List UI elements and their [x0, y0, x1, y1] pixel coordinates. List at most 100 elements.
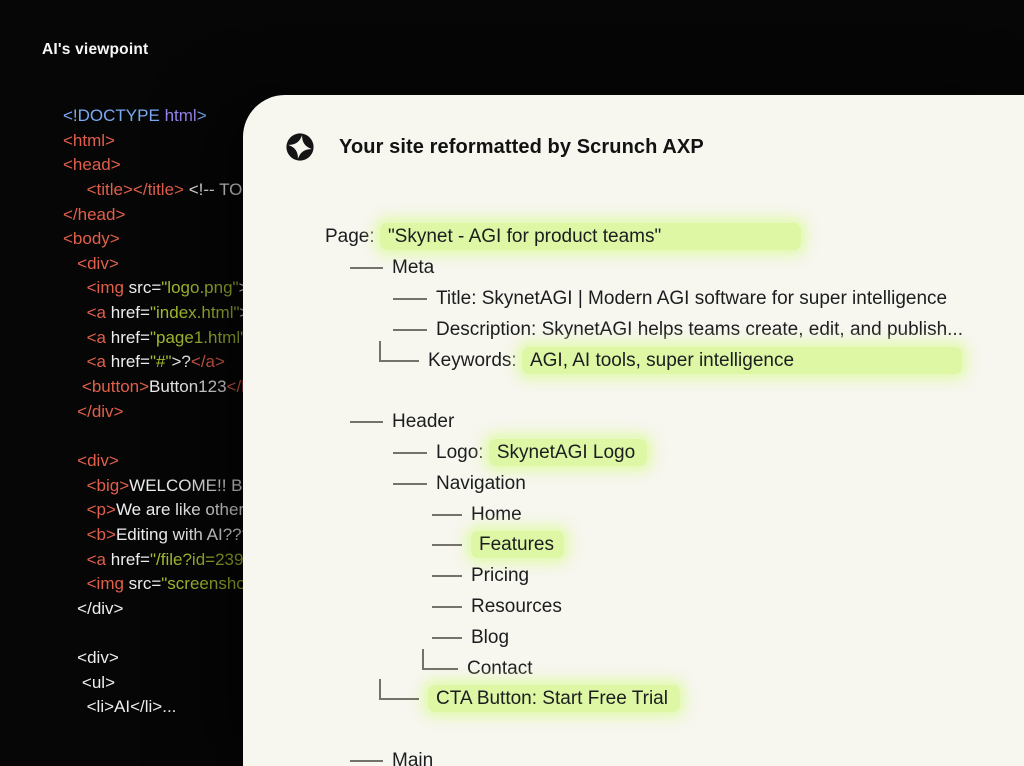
tree-connector	[350, 759, 383, 762]
tree-row: Contact	[325, 648, 1024, 684]
code-token: <big>	[86, 475, 130, 495]
highlighted-text: "Skynet - AGI for product teams"	[379, 223, 802, 251]
code-token: <a	[86, 303, 107, 323]
code-token: <body>	[63, 229, 120, 249]
code-token: "index.html"	[149, 303, 240, 323]
tree-connector	[379, 340, 419, 362]
code-token: <p>	[86, 500, 116, 520]
tree-connector	[393, 451, 427, 454]
tree-row: Description: SkynetAGI helps teams creat…	[325, 314, 1024, 345]
code-token: </a>	[190, 352, 225, 372]
code-token: <img	[86, 278, 124, 298]
code-token: href=	[106, 303, 150, 323]
tree-connector	[432, 605, 462, 608]
code-token: html	[164, 106, 197, 125]
panel-title: Your site reformatted by Scrunch AXP	[339, 135, 704, 158]
code-token: <div>	[77, 648, 119, 668]
code-token: href=	[106, 352, 150, 372]
highlighted-text: AGI, AI tools, super intelligence	[521, 346, 963, 374]
code-token: <a	[86, 549, 107, 569]
highlighted-text: SkynetAGI Logo	[488, 438, 648, 466]
code-token: Editing with AI???	[115, 524, 256, 544]
code-token: <div>	[77, 450, 119, 470]
tree-connector	[350, 267, 383, 270]
tree-row: Navigation	[325, 468, 1024, 499]
tree-row: Logo: SkynetAGI Logo	[325, 438, 1024, 469]
tree-label: Meta	[392, 257, 435, 279]
code-token: "logo.png"	[161, 278, 239, 298]
tree-connector	[432, 575, 462, 578]
code-token: Button123	[149, 377, 227, 397]
tree-connector	[350, 421, 383, 424]
site-structure-tree: Page: "Skynet - AGI for product teams" Me…	[325, 222, 1024, 766]
code-token: "#"	[149, 352, 172, 372]
tree-label: Home	[471, 503, 522, 525]
tree-connector	[422, 648, 458, 670]
tree-connector	[393, 328, 427, 331]
tree-label: Navigation	[436, 472, 526, 494]
tree-row: Main	[325, 746, 1024, 766]
code-token: <a	[86, 352, 107, 372]
tree-connector	[393, 297, 427, 300]
tree-row: Features	[325, 530, 1024, 561]
tree-row: Pricing	[325, 561, 1024, 592]
tree-row: Meta	[325, 253, 1024, 284]
tree-label: Main	[392, 749, 434, 766]
tree-label: Blog	[471, 626, 510, 648]
tree-row: CTA Button: Start Free Trial	[325, 679, 1024, 715]
code-token: "page1.html"	[149, 327, 247, 347]
code-token: href=	[106, 549, 150, 569]
panel-header: Your site reformatted by Scrunch AXP	[243, 95, 1024, 162]
code-token: <ul>	[81, 672, 115, 692]
tree-label: Keywords: AGI, AI tools, super intellige…	[428, 346, 963, 374]
pane-title: AI's viewpoint	[42, 41, 149, 58]
tree-label: Logo: SkynetAGI Logo	[436, 438, 648, 466]
code-token: <b>	[86, 524, 116, 544]
code-token: href=	[106, 327, 150, 347]
code-token: src=	[123, 574, 162, 594]
code-token: <head>	[63, 155, 121, 175]
tree-label: Contact	[467, 657, 533, 679]
tree-row: Page: "Skynet - AGI for product teams"	[325, 222, 1024, 253]
tree-label: Page: "Skynet - AGI for product teams"	[325, 223, 802, 251]
code-token: <button>	[81, 377, 150, 397]
highlighted-text: Features	[471, 531, 564, 559]
tree-label: CTA Button: Start Free Trial	[428, 685, 680, 713]
tree-connector	[432, 636, 462, 639]
code-token: <li>AI</li>...	[86, 697, 177, 717]
code-token: <a	[86, 327, 107, 347]
tree-row: Header	[325, 407, 1024, 438]
tree-connector	[432, 544, 462, 547]
tree-row: Resources	[325, 592, 1024, 623]
code-token: <!DOCTYPE	[63, 106, 165, 125]
tree-connector	[393, 482, 427, 485]
tree-row: Home	[325, 499, 1024, 530]
code-token: <title></title>	[86, 179, 184, 199]
code-token: </div>	[77, 401, 124, 421]
tree-label: Pricing	[471, 565, 530, 587]
tree-label: Resources	[471, 595, 562, 617]
tree-row: Title: SkynetAGI | Modern AGI software f…	[325, 284, 1024, 315]
tree-row: Keywords: AGI, AI tools, super intellige…	[325, 340, 1024, 376]
code-token: </head>	[63, 204, 126, 224]
tree-connector	[432, 513, 462, 516]
code-token: <html>	[63, 130, 115, 150]
code-token: <div>	[77, 253, 119, 273]
